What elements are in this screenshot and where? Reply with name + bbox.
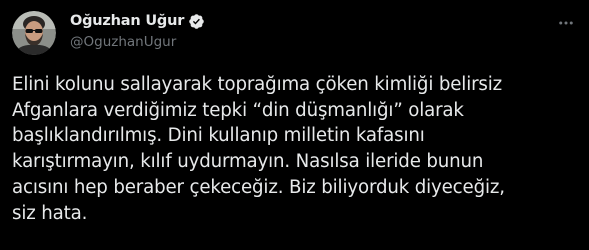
avatar[interactable] bbox=[12, 11, 56, 55]
more-options-icon bbox=[559, 21, 573, 25]
tweet-text: Elini kolunu sallayarak toprağıma çöken … bbox=[12, 74, 505, 224]
tweet-card: Oğuzhan Uğur @OguzhanUgur Elini kolunu s… bbox=[0, 0, 589, 250]
author-name-row: Oğuzhan Uğur bbox=[70, 11, 205, 31]
more-options-button[interactable] bbox=[555, 12, 577, 34]
author-handle[interactable]: @OguzhanUgur bbox=[70, 34, 176, 50]
author-display-name[interactable]: Oğuzhan Uğur bbox=[70, 13, 184, 29]
avatar-image bbox=[12, 11, 56, 55]
verified-badge-icon bbox=[188, 13, 205, 30]
